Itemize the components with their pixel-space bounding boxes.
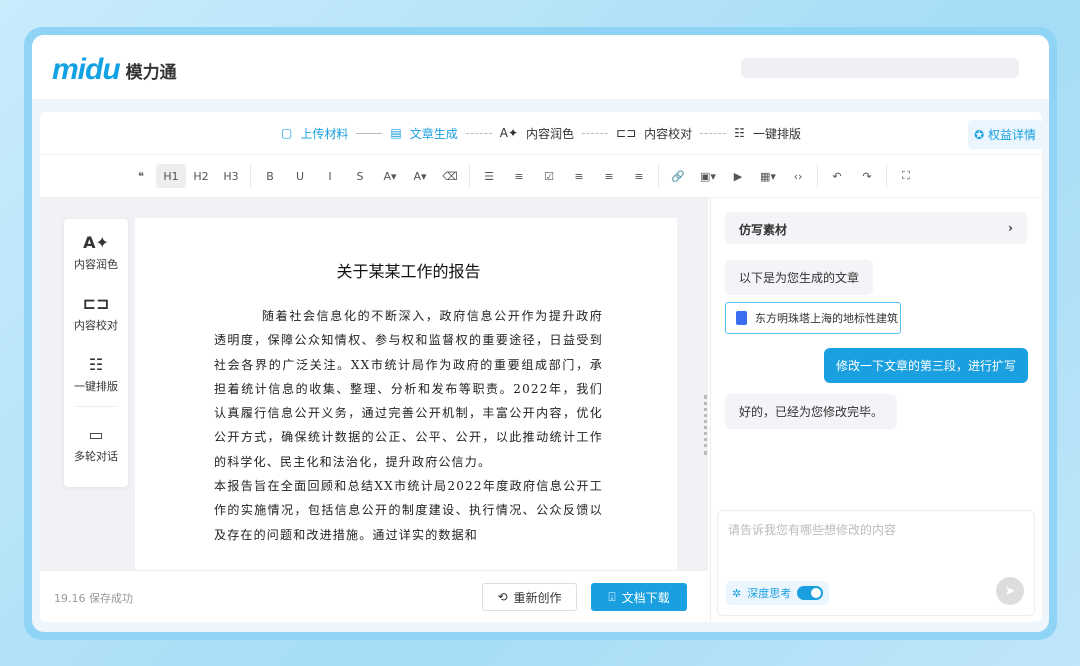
paragraph: 本报告旨在全面回顾和总结XX市统计局2022年度政府信息公开工作的实施情况，包括… <box>214 479 603 542</box>
chat-icon: ▭ <box>88 425 104 444</box>
app-frame: midu 模力通 ▢ 上传材料 ▤ 文章生成 A✦ 内容润色 ⊏⊐ 内容校对 ☷ 一键排版 … <box>24 27 1057 640</box>
step-upload[interactable]: ▢ 上传材料 <box>281 125 348 142</box>
tool-polish[interactable]: A✦ 内容润色 <box>64 219 128 280</box>
h1-button[interactable]: H1 <box>156 164 186 188</box>
font-sparkle-icon: A✦ <box>83 233 109 252</box>
font-color-button[interactable]: A▾ <box>375 164 405 188</box>
step-layout[interactable]: ☷ 一键排版 <box>734 125 801 142</box>
tool-proofread[interactable]: ⊏⊐ 内容校对 <box>64 280 128 341</box>
resize-handle[interactable] <box>704 395 707 455</box>
image-button[interactable]: ▣▾ <box>693 164 723 188</box>
chevron-right-icon: › <box>1008 221 1013 235</box>
user-message: 修改一下文章的第三段，进行扩写 <box>823 348 1028 383</box>
redo-button[interactable]: ↷ <box>852 164 882 188</box>
bold-button[interactable]: B <box>255 164 285 188</box>
step-bar: ▢ 上传材料 ▤ 文章生成 A✦ 内容润色 ⊏⊐ 内容校对 ☷ 一键排版 ✪ 权益详情 <box>40 112 1042 155</box>
chat-input[interactable]: 请告诉我您有哪些想修改的内容 ✲ 深度思考 ➤ <box>717 510 1035 616</box>
send-icon: ➤ <box>1004 583 1016 599</box>
ordered-list-button[interactable]: ≡ <box>504 164 534 188</box>
editor-area: A✦ 内容润色 ⊏⊐ 内容校对 ☷ 一键排版 ▭ 多轮对话 关于某某工作的报告 随着社会… <box>40 198 708 570</box>
toolbar-divider <box>250 165 251 187</box>
save-status: 19.16 保存成功 <box>54 592 133 605</box>
step-polish[interactable]: A✦ 内容润色 <box>500 125 574 142</box>
regenerate-icon: ⟲ <box>497 590 508 604</box>
layout-icon: ☷ <box>88 355 104 374</box>
rights-details-button[interactable]: ✪ 权益详情 <box>968 120 1042 149</box>
document-title: 关于某某工作的报告 <box>336 262 481 281</box>
folder-icon: ▢ <box>281 126 293 140</box>
step-proofread[interactable]: ⊏⊐ 内容校对 <box>616 125 692 142</box>
chat-input-placeholder: 请告诉我您有哪些想修改的内容 <box>728 523 897 537</box>
todo-list-button[interactable]: ☑ <box>534 164 564 188</box>
link-button[interactable]: 🔗 <box>663 164 693 188</box>
clear-format-button[interactable]: ⌫ <box>435 164 465 188</box>
workspace: ▢ 上传材料 ▤ 文章生成 A✦ 内容润色 ⊏⊐ 内容校对 ☷ 一键排版 ✪ 权益详情 ❝… <box>40 112 1042 622</box>
download-icon: ⍗ <box>608 589 616 604</box>
h3-button[interactable]: H3 <box>216 164 246 188</box>
toolbar-divider <box>817 165 818 187</box>
atom-icon: ✲ <box>732 586 742 600</box>
regenerate-button[interactable]: ⟲ 重新创作 <box>482 583 577 611</box>
editor-footer: 19.16 保存成功 ⟲ 重新创作 ⍗ 文档下载 <box>40 570 708 622</box>
align-right-button[interactable]: ≡ <box>624 164 654 188</box>
table-button[interactable]: ▦▾ <box>753 164 783 188</box>
assistant-message: 好的，已经为您修改完毕。 <box>725 394 898 429</box>
fullscreen-button[interactable]: ⛶ <box>891 164 921 188</box>
side-tools: A✦ 内容润色 ⊏⊐ 内容校对 ☷ 一键排版 ▭ 多轮对话 <box>64 219 128 487</box>
h2-button[interactable]: H2 <box>186 164 216 188</box>
layout-icon: ☷ <box>734 126 745 140</box>
badge-icon: ✪ <box>974 128 988 142</box>
paragraph: 随着社会信息化的不断深入，政府信息公开作为提升政府透明度，保障公众知情权、参与权… <box>214 309 603 469</box>
toolbar-divider <box>469 165 470 187</box>
tool-multi-chat[interactable]: ▭ 多轮对话 <box>64 411 128 472</box>
assistant-message: 以下是为您生成的文章 <box>725 260 874 295</box>
undo-button[interactable]: ↶ <box>822 164 852 188</box>
italic-button[interactable]: I <box>315 164 345 188</box>
proofread-icon: ⊏⊐ <box>616 126 637 140</box>
font-sparkle-icon: A✦ <box>499 126 519 140</box>
video-button[interactable]: ▶ <box>723 164 753 188</box>
toolbar-divider <box>886 165 887 187</box>
file-icon <box>736 311 747 325</box>
align-left-button[interactable]: ≡ <box>564 164 594 188</box>
send-button[interactable]: ➤ <box>996 577 1024 605</box>
header: midu 模力通 <box>32 35 1049 99</box>
strike-button[interactable]: S <box>345 164 375 188</box>
toggle-switch[interactable] <box>797 586 824 600</box>
file-card[interactable]: 东方明珠塔上海的地标性建筑 <box>725 302 901 334</box>
code-button[interactable]: ‹› <box>783 164 813 188</box>
bullet-list-button[interactable]: ☰ <box>474 164 504 188</box>
document-page[interactable]: 关于某某工作的报告 随着社会信息化的不断深入，政府信息公开作为提升政府透明度，保… <box>135 218 677 570</box>
align-center-button[interactable]: ≡ <box>594 164 624 188</box>
bg-color-button[interactable]: A▾ <box>405 164 435 188</box>
toolbar-divider <box>658 165 659 187</box>
tool-layout[interactable]: ☷ 一键排版 <box>64 341 128 402</box>
download-button[interactable]: ⍗ 文档下载 <box>591 583 687 611</box>
material-button[interactable]: 仿写素材 › <box>725 212 1027 244</box>
deep-think-toggle[interactable]: ✲ 深度思考 <box>726 581 830 605</box>
step-generate[interactable]: ▤ 文章生成 <box>390 125 457 142</box>
document-icon: ▤ <box>390 126 402 140</box>
chat-panel: 仿写素材 › 以下是为您生成的文章 东方明珠塔上海的地标性建筑 修改一下文章的第三… <box>710 198 1042 622</box>
header-search-bar[interactable] <box>741 58 1019 78</box>
quote-button[interactable]: ❝ <box>126 164 156 188</box>
proofread-icon: ⊏⊐ <box>82 294 110 313</box>
editor-toolbar: ❝ H1 H2 H3 B U I S A▾ A▾ ⌫ ☰ ≡ ☑ ≡ ≡ ≡ 🔗 ▣▾ ▶ ▦▾ ‹› ↶ ↷ ⛶ <box>40 155 1042 198</box>
underline-button[interactable]: U <box>285 164 315 188</box>
logo: midu 模力通 <box>52 53 177 86</box>
